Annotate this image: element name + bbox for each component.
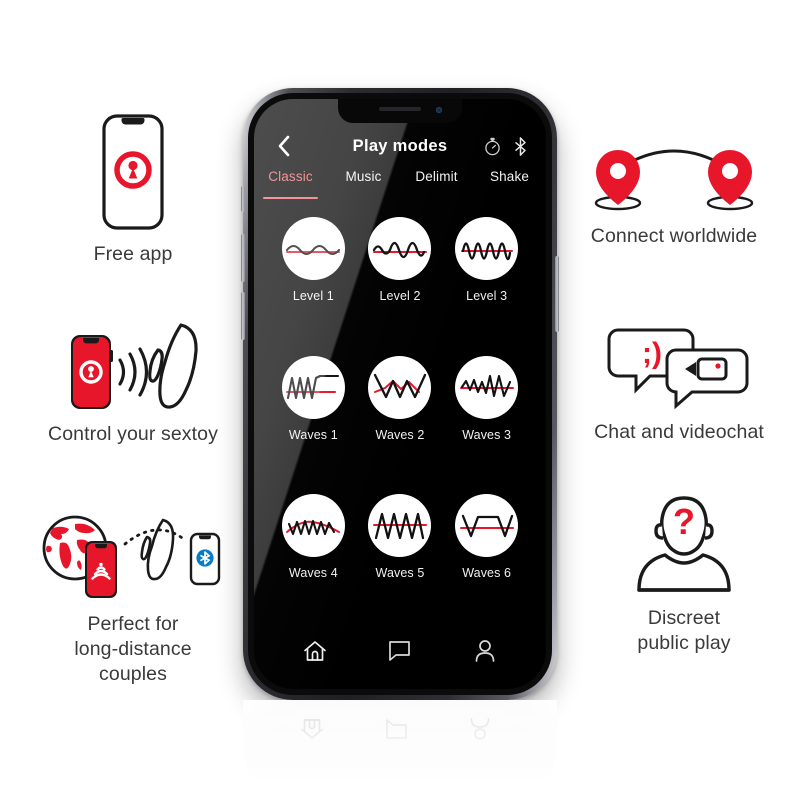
feature-connect-worldwide: Connect worldwide [568, 140, 780, 249]
feature-caption: Connect worldwide [590, 225, 758, 247]
play-mode-item[interactable]: Level 2 [357, 211, 444, 350]
play-mode-item[interactable]: Level 1 [270, 211, 357, 350]
volume-down-button[interactable] [241, 292, 245, 340]
bluetooth-icon[interactable] [510, 136, 530, 156]
timer-icon[interactable] [482, 136, 502, 156]
play-mode-item[interactable]: Waves 1 [270, 350, 357, 489]
phone-screen: Play modes Classic Music Delimit Shake L… [254, 99, 546, 689]
waveform-triangle-tall-icon [368, 494, 432, 558]
waveform-trapezoid-pulse-icon [455, 494, 519, 558]
feature-long-distance: Perfect for long-distance couples [22, 512, 244, 687]
tab-music[interactable]: Music [327, 169, 400, 203]
waveform-zigzag-ramp-icon [281, 355, 345, 419]
feature-discreet-play: ? Discreet public play [588, 492, 780, 656]
play-mode-item[interactable]: Waves 5 [357, 488, 444, 627]
profile-icon[interactable] [470, 636, 500, 666]
power-button[interactable] [555, 256, 559, 332]
play-mode-label: Waves 4 [288, 566, 338, 581]
red-phone-signal-toy-icon [38, 320, 228, 412]
chevron-left-icon [278, 135, 289, 157]
phone-notch [338, 99, 462, 123]
back-button[interactable] [270, 133, 296, 159]
tab-label: Shake [489, 169, 530, 184]
waveform-big-vw-icon [368, 355, 432, 419]
question-mark-text: ? [673, 501, 695, 542]
emoticon-text: ;) [642, 337, 662, 370]
anonymous-person-question-icon: ? [631, 492, 737, 596]
app-ui: Play modes Classic Music Delimit Shake L… [254, 99, 546, 689]
reflection-fade [243, 700, 557, 796]
chat-icon[interactable] [385, 636, 415, 666]
tab-shake[interactable]: Shake [473, 169, 546, 203]
promo-graphic: Free app Control your sextoy Perfect for… [0, 0, 800, 800]
phone-reflection [243, 700, 557, 796]
play-mode-grid: Level 1 Level 2 Level 3 Waves 1 Waves 2 … [254, 203, 546, 627]
volume-up-button[interactable] [241, 234, 245, 282]
play-mode-item[interactable]: Waves 3 [443, 350, 530, 489]
app-header: Play modes [254, 125, 546, 167]
mode-tabs: Classic Music Delimit Shake [254, 169, 546, 203]
play-mode-label: Level 3 [466, 289, 508, 303]
feature-free-app: Free app [33, 112, 233, 267]
waveform-sine-high-icon [455, 217, 519, 280]
play-mode-label: Waves 3 [462, 427, 512, 442]
play-mode-label: Waves 2 [375, 427, 425, 442]
phone-with-app-logo-icon [93, 112, 173, 232]
waveform-sine-mid-icon [368, 217, 432, 280]
feature-caption: Free app [93, 243, 173, 265]
waveform-sine-low-icon [281, 217, 345, 280]
phone-mockup: Play modes Classic Music Delimit Shake L… [241, 88, 559, 700]
play-mode-label: Waves 6 [462, 566, 512, 581]
two-map-pins-arc-icon [584, 140, 764, 214]
feature-caption: Chat and videochat [594, 421, 764, 443]
front-camera [436, 107, 442, 113]
globe-phone-toy-bluetooth-icon [33, 512, 233, 602]
feature-caption: Discreet public play [637, 607, 731, 654]
page-title: Play modes [352, 136, 448, 155]
waveform-zigzag-rising-icon [455, 355, 519, 419]
home-icon[interactable] [300, 636, 330, 666]
play-mode-item[interactable]: Level 3 [443, 211, 530, 350]
feature-caption: Perfect for long-distance couples [74, 613, 192, 685]
play-mode-item[interactable]: Waves 2 [357, 350, 444, 489]
feature-caption: Control your sextoy [48, 423, 218, 445]
play-mode-label: Level 2 [379, 289, 421, 303]
speech-bubbles-camera-icon: ;) [604, 326, 754, 410]
play-mode-label: Level 1 [292, 289, 334, 303]
earpiece-speaker [379, 107, 421, 111]
play-mode-item[interactable]: Waves 4 [270, 488, 357, 627]
feature-control-toy: Control your sextoy [22, 320, 244, 447]
feature-chat-videochat: ;) Chat and videochat [578, 326, 780, 445]
tab-label: Music [345, 169, 382, 184]
bottom-nav-bar [254, 627, 546, 689]
waveform-zigzag-small-icon [281, 494, 345, 558]
tab-label: Delimit [415, 169, 458, 184]
play-mode-label: Waves 5 [375, 566, 425, 581]
tab-classic[interactable]: Classic [254, 169, 327, 203]
mute-switch[interactable] [241, 186, 245, 212]
play-mode-item[interactable]: Waves 6 [443, 488, 530, 627]
tab-label: Classic [268, 169, 313, 184]
tab-delimit[interactable]: Delimit [400, 169, 473, 203]
play-mode-label: Waves 1 [288, 427, 338, 442]
